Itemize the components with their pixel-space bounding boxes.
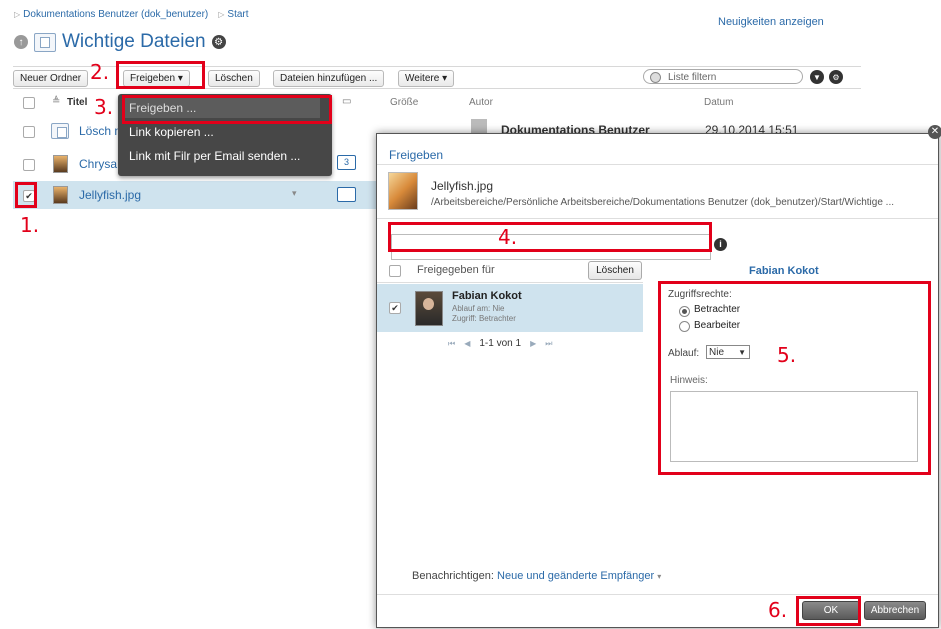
add-files-button[interactable]: Dateien hinzufügen ... [273,70,385,87]
comment-icon[interactable] [337,187,356,202]
annotation-label-6: 6. [768,598,788,622]
file-name[interactable]: Lösch n [79,124,121,138]
dialog-title: Freigeben [389,148,444,162]
select-all-recipients-checkbox[interactable] [389,265,401,277]
recipient-access: Zugriff: Betrachter [452,314,516,323]
caret-down-icon: ▾ [442,73,448,84]
dialog-file-name: Jellyfish.jpg [431,179,494,193]
news-link[interactable]: Neuigkeiten anzeigen [718,16,824,28]
annotation-label-4: 4. [498,225,518,249]
column-author[interactable]: Autor [469,97,493,108]
annotation-box-4 [388,222,712,252]
row-menu-caret-icon[interactable]: ▾ [292,188,297,199]
folder-icon [51,123,69,139]
selected-user-heading: Fabian Kokot [749,265,819,277]
delete-button[interactable]: Löschen [208,70,260,87]
comment-column-icon: ▭ [342,96,352,107]
menu-item-email-link[interactable]: Link mit Filr per Email senden ... [129,149,300,163]
image-file-icon [53,155,68,173]
notify-row: Benachrichtigen: Neue und geänderte Empf… [412,570,661,582]
new-folder-button[interactable]: Neuer Ordner [13,70,89,87]
breadcrumb-item-start[interactable]: ▷ Start [218,9,248,20]
row-checkbox[interactable] [23,159,35,171]
divider [377,164,938,165]
menu-item-copy-link[interactable]: Link kopieren ... [129,125,214,139]
divider [377,282,643,283]
dialog-file-path: /Arbeitsbereiche/Persönliche Arbeitsbere… [431,197,895,208]
comment-count-badge[interactable]: 3 [337,155,356,170]
annotation-label-2: 2. [90,60,110,84]
chevron-down-icon[interactable]: ▾ [657,572,661,581]
author-avatar [471,119,487,133]
prev-page-icon[interactable]: ◀ [464,339,470,348]
pager-label: 1-1 von 1 [479,338,522,349]
annotation-box-2 [116,61,205,89]
gear-icon[interactable]: ⚙ [211,35,226,49]
sort-asc-icon: ≜ [52,96,61,107]
avatar [415,291,443,326]
divider [377,594,938,595]
filter-input[interactable]: Liste filtern [643,69,803,84]
filter-options-icon[interactable]: ▼ [810,70,824,84]
breadcrumb: ▷ Dokumentations Benutzer (dok_benutzer) … [14,9,249,20]
image-file-icon [53,186,68,204]
annotation-box-6 [796,596,861,626]
breadcrumb-arrow-icon: ▷ [218,10,225,19]
breadcrumb-label[interactable]: Start [227,9,248,20]
recipient-row[interactable]: ✔ Fabian Kokot Ablauf am: Nie Zugriff: B… [377,284,643,332]
breadcrumb-arrow-icon: ▷ [14,10,21,19]
recipient-name: Fabian Kokot [452,290,522,302]
delete-recipient-button[interactable]: Löschen [588,261,642,280]
up-arrow-icon[interactable]: ↑ [14,35,28,49]
row-checkbox[interactable] [23,126,35,138]
file-thumbnail-icon [388,172,418,210]
annotation-label-3: 3. [94,95,114,119]
folder-icon [34,32,56,52]
notify-label: Benachrichtigen: [412,570,494,582]
file-name[interactable]: Jellyfish.jpg [79,188,141,202]
column-size[interactable]: Größe [390,97,418,108]
settings-gear-icon[interactable]: ⚙ [829,70,843,84]
annotation-box-5 [658,281,931,475]
shared-with-header: Freigegeben für [417,264,495,276]
breadcrumb-item-user[interactable]: ▷ Dokumentations Benutzer (dok_benutzer) [14,9,208,20]
annotation-label-5: 5. [777,343,797,367]
recipient-checkbox-checked[interactable]: ✔ [389,302,401,314]
last-page-icon[interactable]: ⏭ [545,339,552,349]
annotation-label-1: 1. [20,213,40,237]
annotation-box-3 [122,95,332,124]
column-title[interactable]: Titel [67,97,87,108]
next-page-icon[interactable]: ▶ [530,339,536,348]
title-row: ↑ Wichtige Dateien ⚙ [14,31,226,53]
page-title: Wichtige Dateien [62,31,206,52]
more-button-label: Weitere [405,73,440,84]
first-page-icon[interactable]: ⏮ [448,339,455,349]
breadcrumb-label[interactable]: Dokumentations Benutzer (dok_benutzer) [23,9,208,20]
info-icon[interactable]: i [714,238,727,251]
annotation-box-1 [15,182,37,208]
file-name[interactable]: Chrysa [79,157,117,171]
cancel-button[interactable]: Abbrechen [864,601,926,620]
select-all-checkbox[interactable] [23,97,35,109]
recipient-expiry: Ablauf am: Nie [452,304,505,313]
close-icon[interactable]: ✕ [928,125,941,139]
divider [377,218,938,219]
pager: ⏮ ◀ 1-1 von 1 ▶ ⏭ [448,338,552,349]
column-date[interactable]: Datum [704,97,733,108]
notify-dropdown[interactable]: Neue und geänderte Empfänger [497,570,654,582]
more-button[interactable]: Weitere ▾ [398,70,455,87]
